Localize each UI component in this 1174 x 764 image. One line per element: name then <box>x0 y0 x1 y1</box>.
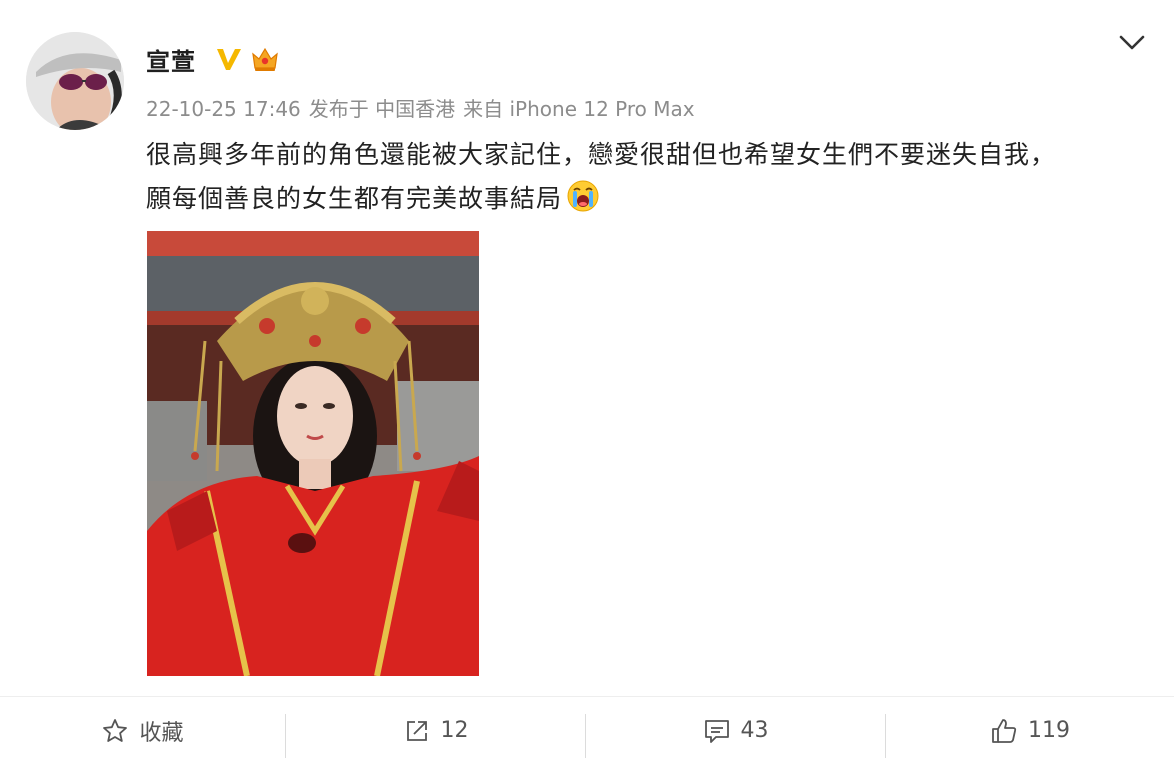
post-location: 发布于 中国香港 <box>308 97 456 121</box>
chevron-down-icon[interactable] <box>1117 30 1147 54</box>
crown-member-icon[interactable] <box>249 44 281 74</box>
post-image[interactable] <box>147 231 479 676</box>
post-date[interactable]: 22-10-25 17:46 <box>146 97 301 121</box>
post-meta: 22-10-25 17:46 发布于 中国香港 来自 iPhone 12 Pro M… <box>146 93 703 122</box>
post-text-line-2-wrap: 願每個善良的女生都有完美故事結局 <box>146 177 1146 221</box>
comment-icon <box>704 719 729 743</box>
like-count: 119 <box>1028 718 1070 743</box>
share-count: 12 <box>440 718 469 743</box>
action-bar: 收藏 12 43 119 <box>0 697 1174 764</box>
share-button[interactable]: 12 <box>286 697 585 764</box>
comment-button[interactable]: 43 <box>586 697 885 764</box>
share-icon <box>406 720 427 741</box>
like-button[interactable]: 119 <box>886 697 1174 764</box>
avatar[interactable] <box>26 32 124 130</box>
post-text: 很高興多年前的角色還能被大家記住，戀愛很甜但也希望女生們不要迷失自我， 願每個善… <box>146 133 1146 221</box>
weibo-post-card: 宣萱 22-10-25 17:46 发布于 中国香港 来自 iPhone 12 Pr… <box>0 0 1174 764</box>
favorite-label: 收藏 <box>139 720 184 746</box>
post-text-line-2: 願每個善良的女生都有完美故事結局 <box>146 184 563 213</box>
comment-count: 43 <box>740 718 769 743</box>
star-icon <box>103 718 128 742</box>
author-name[interactable]: 宣萱 <box>146 42 196 77</box>
verified-v-icon <box>217 49 241 70</box>
crying-face-emoji-icon <box>567 180 599 212</box>
favorite-button[interactable]: 收藏 <box>0 697 285 764</box>
post-text-line-1: 很高興多年前的角色還能被大家記住，戀愛很甜但也希望女生們不要迷失自我， <box>146 140 1057 169</box>
thumbs-up-icon <box>992 718 1017 743</box>
post-source[interactable]: 来自 iPhone 12 Pro Max <box>463 97 694 121</box>
